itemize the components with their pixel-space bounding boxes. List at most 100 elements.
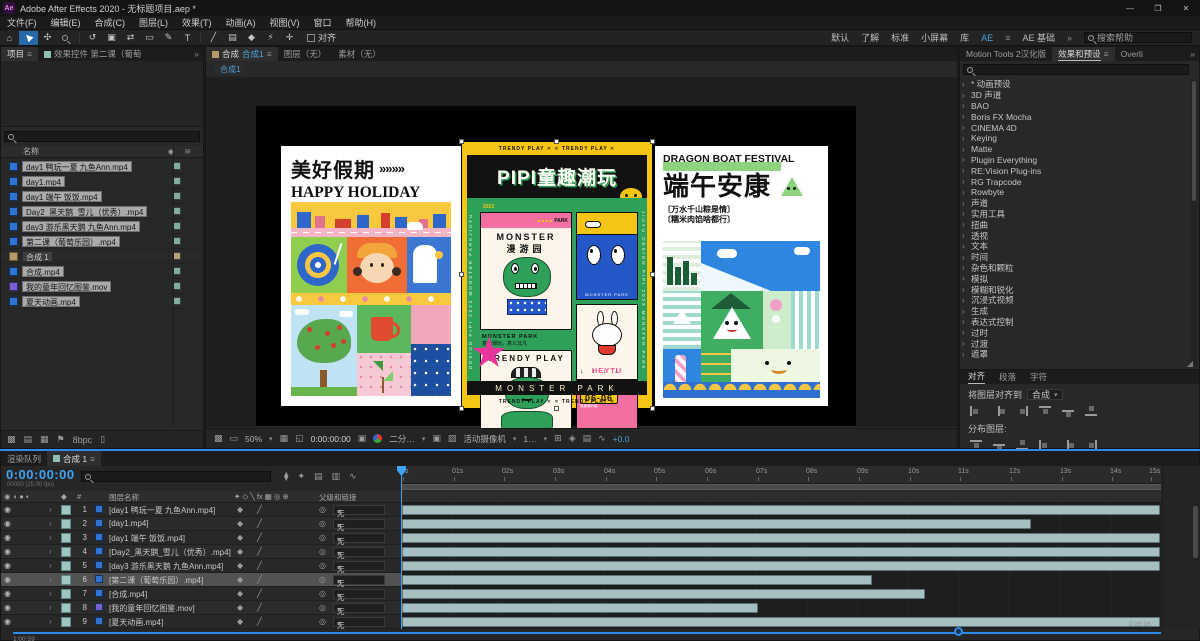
effects-category-row[interactable]: › 模拟 (962, 273, 1190, 284)
chevron-right-icon[interactable]: › (962, 209, 967, 218)
new-composition-icon[interactable]: ▦ (40, 434, 49, 445)
chevron-right-icon[interactable]: › (962, 155, 967, 164)
layer-label-color[interactable] (61, 575, 71, 585)
timeline-search-input[interactable] (81, 471, 271, 482)
trash-icon[interactable]: ▯ (100, 434, 105, 445)
timeline-button-icon[interactable]: ▤ (583, 433, 592, 444)
snap-toggle[interactable]: 对齐 (307, 31, 336, 44)
home-icon[interactable]: ⌂ (0, 31, 19, 45)
workspace-item[interactable]: 默认 (831, 31, 849, 44)
chevron-right-icon[interactable]: › (962, 145, 967, 154)
magnification-icon[interactable]: ▭ (230, 433, 239, 444)
layer-name[interactable]: [夏天动画.mp4] (109, 617, 163, 628)
shy-layers-icon[interactable]: ▤ (314, 471, 323, 482)
timeline-navigator[interactable] (13, 632, 1161, 634)
selection-handle[interactable] (459, 139, 464, 144)
help-search-input[interactable]: 搜索帮助 (1084, 32, 1192, 43)
grid-guides-icon[interactable]: ▦ (280, 433, 289, 444)
scrollbar-thumb[interactable] (1192, 81, 1196, 201)
project-item-name[interactable]: 我的童年回忆图鉴.mov (22, 280, 112, 292)
resolution-select[interactable]: 二分… (389, 433, 415, 445)
chevron-right-icon[interactable]: › (962, 350, 967, 359)
project-item-name[interactable]: day1 端午 饭饭.mp4 (22, 190, 102, 202)
tab-overlord[interactable]: Overli (1115, 47, 1149, 61)
chevron-right-icon[interactable]: › (49, 519, 52, 528)
chevron-right-icon[interactable]: › (49, 547, 52, 556)
effects-category-row[interactable]: › Keying (962, 133, 1190, 144)
chevron-right-icon[interactable]: › (962, 91, 967, 100)
new-folder-icon[interactable]: ▤ (24, 434, 33, 445)
item-label-checkbox[interactable] (173, 297, 181, 305)
channel-icon[interactable] (373, 434, 383, 443)
parent-select[interactable]: 无 ▾ (333, 519, 385, 532)
chevron-right-icon[interactable]: › (49, 575, 52, 584)
selection-handle[interactable] (650, 139, 655, 144)
parent-select[interactable]: 无 ▾ (333, 561, 385, 574)
tab-footage[interactable]: 素材（无） (332, 47, 387, 61)
quality-switch-icon[interactable]: ◆ (237, 505, 243, 514)
chevron-right-icon[interactable]: › (962, 339, 967, 348)
chevron-right-icon[interactable]: › (962, 123, 967, 132)
item-label-checkbox[interactable] (173, 222, 181, 230)
pickwhip-icon[interactable]: ◎ (319, 589, 326, 598)
chevron-right-icon[interactable]: › (962, 274, 967, 283)
effects-category-row[interactable]: › RE:Vision Plug-ins (962, 165, 1190, 176)
layer-name[interactable]: [day1 鸭玩一夏 九鱼Ann.mp4] (109, 505, 215, 516)
chevron-right-icon[interactable]: › (49, 533, 52, 542)
chevron-right-icon[interactable]: › (962, 285, 967, 294)
layer-label-color[interactable] (61, 561, 71, 571)
effect-switch-icon[interactable]: ╱ (257, 547, 262, 556)
panel-menu-icon[interactable]: ≡ (267, 49, 272, 59)
chevron-right-icon[interactable]: › (962, 101, 967, 110)
effects-category-row[interactable]: › 过渡 (962, 338, 1190, 349)
effects-category-row[interactable]: › 3D 声道 (962, 90, 1190, 101)
layer-duration-bar[interactable] (402, 589, 925, 599)
chevron-right-icon[interactable]: › (49, 561, 52, 570)
chevron-right-icon[interactable]: › (962, 307, 967, 316)
menu-item[interactable]: 帮助(H) (339, 16, 384, 29)
quality-switch-icon[interactable]: ◆ (237, 561, 243, 570)
layer-name[interactable]: [day1 端午 饭饭.mp4] (109, 533, 185, 544)
pickwhip-icon[interactable]: ◎ (319, 533, 326, 542)
effects-category-row[interactable]: › 杂色和颗粒 (962, 263, 1190, 274)
align-top-button[interactable] (1039, 406, 1051, 416)
eye-icon[interactable]: ◉ (4, 589, 11, 598)
menu-item[interactable]: 窗口 (307, 16, 339, 29)
pen-tool-icon[interactable]: ✎ (159, 31, 178, 45)
layer-duration-bar[interactable] (402, 533, 1160, 543)
text-tool-icon[interactable]: T (178, 31, 197, 45)
item-label-checkbox[interactable] (173, 192, 181, 200)
item-label-checkbox[interactable] (173, 237, 181, 245)
align-left-button[interactable] (970, 406, 982, 416)
draft-3d-icon[interactable]: ✦ (297, 471, 305, 482)
region-of-interest-icon[interactable]: ▣ (432, 433, 441, 444)
project-item-name[interactable]: day1.mp4 (22, 175, 66, 187)
effects-category-row[interactable]: › 时间 (962, 252, 1190, 263)
parent-select[interactable]: 无 ▾ (333, 533, 385, 546)
playhead-line[interactable] (401, 466, 402, 629)
eye-icon[interactable]: ◉ (4, 561, 11, 570)
tab-project[interactable]: 项目 ≡ (1, 47, 38, 61)
project-item-name[interactable]: 合成 1 (22, 250, 53, 262)
selection-handle[interactable] (554, 139, 559, 144)
chevron-right-icon[interactable]: › (962, 253, 967, 262)
effects-category-row[interactable]: › 文本 (962, 241, 1190, 252)
eye-icon[interactable]: ◉ (4, 533, 11, 542)
chevron-right-icon[interactable]: › (49, 505, 52, 514)
layer-duration-bar[interactable] (402, 575, 872, 585)
effects-category-row[interactable]: › 透视 (962, 230, 1190, 241)
motion-blur-icon[interactable]: ∿ (349, 471, 357, 482)
workspace-item[interactable]: AE 基础 (1022, 31, 1055, 44)
effect-switch-icon[interactable]: ╱ (257, 589, 262, 598)
effects-category-row[interactable]: › Matte (962, 144, 1190, 155)
tab-character[interactable]: 字符 (1030, 371, 1047, 383)
work-area-bar[interactable] (401, 484, 1161, 490)
layer-label-color[interactable] (61, 589, 71, 599)
effects-category-row[interactable]: › 过时 (962, 327, 1190, 338)
menu-item[interactable]: 合成(C) (88, 16, 133, 29)
quality-switch-icon[interactable]: ◆ (237, 547, 243, 556)
workspace-item[interactable]: 了解 (861, 31, 879, 44)
column-divider[interactable] (173, 146, 174, 428)
menu-item[interactable]: 文件(F) (0, 16, 44, 29)
align-bottom-button[interactable] (1085, 406, 1097, 416)
